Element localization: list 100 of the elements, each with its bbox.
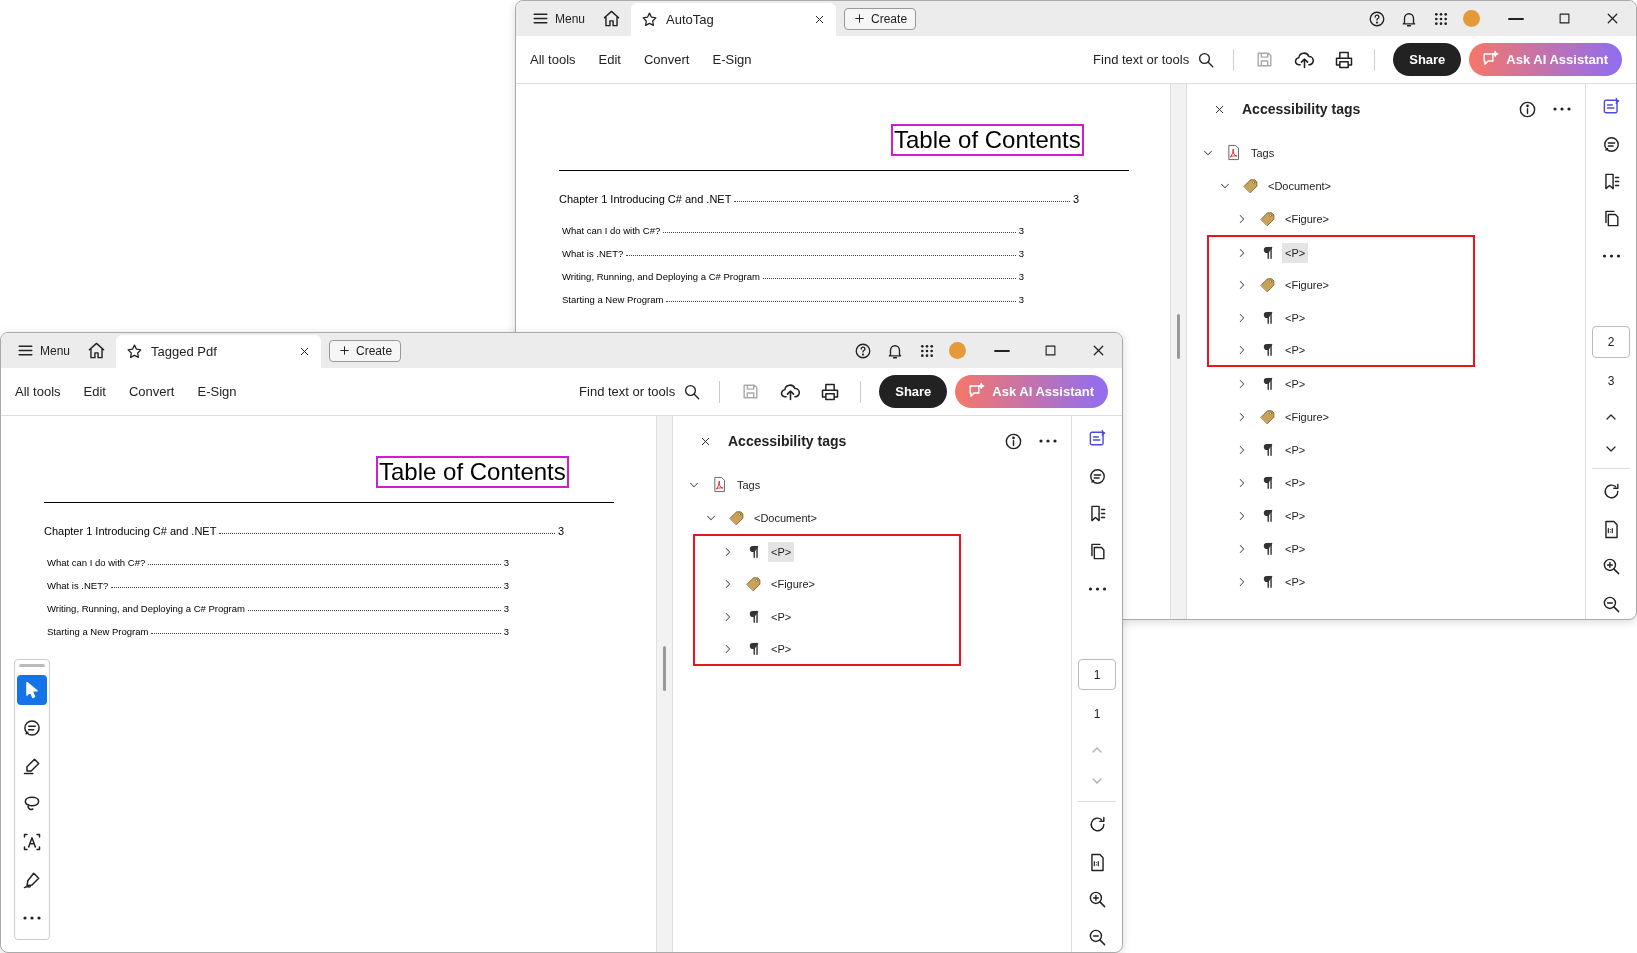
zoom-in-icon bbox=[1087, 890, 1107, 910]
tree-row[interactable]: <Document> bbox=[1187, 169, 1585, 202]
more-icon bbox=[1039, 439, 1057, 443]
document-tab[interactable]: Tagged Pdf bbox=[116, 335, 322, 368]
scrollbar[interactable] bbox=[656, 416, 672, 952]
tag-label[interactable]: <P> bbox=[768, 541, 795, 562]
tree-row[interactable]: <P> bbox=[1207, 301, 1475, 334]
tree-row[interactable]: <P> bbox=[1207, 334, 1475, 367]
more-icon bbox=[1087, 586, 1107, 591]
tag-label[interactable]: <Document> bbox=[1265, 175, 1334, 196]
info-icon bbox=[1004, 431, 1023, 451]
tag-label[interactable]: <Figure> bbox=[1282, 274, 1333, 295]
tree-row[interactable]: <P> bbox=[693, 534, 961, 567]
toolbar-menu[interactable]: All tools bbox=[530, 44, 576, 75]
tag-label[interactable]: <P> bbox=[1282, 571, 1309, 592]
toolbar-menu[interactable]: Edit bbox=[83, 376, 106, 407]
tag-label[interactable]: <Figure> bbox=[1282, 406, 1333, 427]
home-icon bbox=[601, 9, 621, 28]
save-icon bbox=[740, 382, 760, 401]
panel-title: Accessibility tags bbox=[1242, 101, 1362, 117]
more-options-button[interactable] bbox=[1553, 107, 1571, 111]
minimize-icon bbox=[1508, 17, 1524, 20]
tree-row[interactable]: <P> bbox=[1187, 367, 1585, 400]
tag-label[interactable]: <Figure> bbox=[1282, 208, 1333, 229]
menu-button[interactable]: Menu bbox=[7, 335, 81, 366]
tag-label[interactable]: <P> bbox=[1282, 307, 1309, 328]
page-number[interactable]: 1 bbox=[1078, 658, 1116, 691]
find-button[interactable]: Find text or tools bbox=[1093, 44, 1216, 75]
toolbar-menu[interactable]: E-Sign bbox=[197, 376, 237, 407]
info-button[interactable] bbox=[1004, 431, 1023, 451]
toc-entry-title: Starting a New Program bbox=[562, 294, 664, 305]
toc-page-number: 3 bbox=[503, 626, 509, 637]
tree-row[interactable]: <P> bbox=[1207, 235, 1475, 268]
tree-row[interactable]: <Document> bbox=[673, 501, 1071, 534]
tag-label[interactable]: <P> bbox=[1282, 339, 1309, 360]
page-number[interactable]: 1 bbox=[1078, 698, 1116, 730]
toolbar-menu[interactable]: Convert bbox=[128, 376, 175, 407]
toc-entry-title: Writing, Running, and Deploying a C# Program bbox=[47, 603, 245, 614]
tree-row[interactable]: <P> bbox=[1187, 565, 1585, 598]
tree-row[interactable]: <P> bbox=[693, 600, 961, 633]
tag-label[interactable]: <P> bbox=[768, 638, 795, 659]
toolbar-menu[interactable]: E-Sign bbox=[712, 44, 752, 75]
tag-label[interactable]: <P> bbox=[1282, 472, 1309, 493]
tag-icon bbox=[745, 575, 762, 592]
tree-row[interactable]: <Figure> bbox=[693, 567, 961, 600]
share-button[interactable]: Share bbox=[1393, 43, 1462, 76]
find-button[interactable]: Find text or tools bbox=[579, 376, 702, 407]
tag-label[interactable]: <P> bbox=[1282, 538, 1309, 559]
grid-icon bbox=[1433, 10, 1449, 27]
pointer-tool-button[interactable] bbox=[17, 675, 47, 705]
toolbar-menu[interactable]: Convert bbox=[643, 44, 690, 75]
tag-label[interactable]: <Figure> bbox=[768, 573, 819, 594]
create-button[interactable]: Create bbox=[844, 7, 917, 30]
tree-row[interactable]: <P> bbox=[1187, 433, 1585, 466]
tag-label[interactable]: <P> bbox=[1282, 505, 1309, 526]
page-number[interactable]: 2 bbox=[1592, 326, 1630, 358]
star-icon bbox=[641, 11, 659, 28]
tree-row[interactable]: <P> bbox=[1187, 532, 1585, 565]
create-button[interactable]: Create bbox=[329, 339, 402, 362]
menu-button[interactable]: Menu bbox=[522, 3, 596, 34]
tree-row[interactable]: <P> bbox=[1187, 499, 1585, 532]
tree-row[interactable]: <P> bbox=[693, 633, 961, 666]
tree-row[interactable]: <P> bbox=[1187, 466, 1585, 499]
scrollbar[interactable] bbox=[1170, 84, 1186, 619]
toc-entry-title: Writing, Running, and Deploying a C# Program bbox=[562, 271, 760, 282]
tag-label[interactable]: <P> bbox=[1282, 373, 1309, 394]
more-options-button[interactable] bbox=[1039, 439, 1057, 443]
toc-page-number: 3 bbox=[503, 603, 509, 614]
toc-page-number: 3 bbox=[1018, 225, 1024, 236]
tag-label[interactable]: <P> bbox=[768, 606, 795, 627]
more-icon bbox=[1553, 107, 1571, 111]
document-heading: Table of Contents bbox=[376, 456, 569, 488]
maximize-icon bbox=[1556, 11, 1572, 26]
tags-panel-icon bbox=[1601, 97, 1621, 117]
tag-label[interactable]: <P> bbox=[1282, 439, 1309, 460]
share-button[interactable]: Share bbox=[879, 375, 948, 408]
home-icon bbox=[86, 341, 106, 360]
tag-label[interactable]: Tags bbox=[1248, 142, 1278, 163]
tag-icon bbox=[1259, 210, 1276, 227]
toolbar-menu[interactable]: All tools bbox=[15, 376, 61, 407]
plus-icon bbox=[338, 344, 352, 357]
toc-page-number: 3 bbox=[503, 580, 509, 591]
document-tab[interactable]: AutoTag bbox=[631, 3, 837, 36]
cloud-upload-icon bbox=[779, 381, 801, 402]
tree-row[interactable]: Tags bbox=[673, 468, 1071, 501]
toolbar-menu[interactable]: Edit bbox=[598, 44, 621, 75]
tag-icon bbox=[1242, 177, 1259, 194]
info-button[interactable] bbox=[1518, 99, 1537, 119]
tree-row[interactable]: Tags bbox=[1187, 136, 1585, 169]
page-number[interactable]: 3 bbox=[1592, 365, 1630, 398]
tree-row[interactable]: <Figure> bbox=[1187, 202, 1585, 235]
tag-label[interactable]: <P> bbox=[1282, 242, 1309, 263]
tree-row[interactable]: <Figure> bbox=[1187, 400, 1585, 433]
tag-label[interactable]: <Document> bbox=[751, 507, 820, 528]
zoom-in-icon bbox=[1601, 557, 1621, 577]
toc-page-number: 3 bbox=[1018, 271, 1024, 282]
more-icon bbox=[1601, 254, 1621, 259]
tree-row[interactable]: <Figure> bbox=[1207, 268, 1475, 301]
tag-label[interactable]: Tags bbox=[734, 474, 764, 495]
print-icon bbox=[820, 381, 841, 402]
